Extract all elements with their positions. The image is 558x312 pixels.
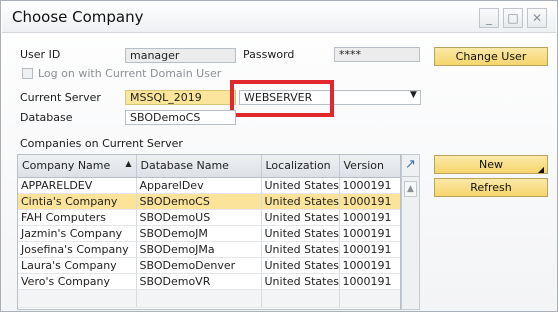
column-header-localization[interactable]: Localization (261, 155, 340, 178)
user-id-label: User ID (20, 48, 61, 61)
title-bar: Choose Company _ □ ✕ (2, 2, 556, 33)
new-dropdown-arrow-icon[interactable]: ◢ (538, 161, 544, 178)
user-id-field[interactable]: manager (125, 48, 236, 63)
table-scrollbar[interactable]: ↗ ▲ (401, 154, 420, 310)
table-row-selected[interactable]: Cintia's Company SBODemoCS United States (… (18, 193, 400, 210)
table-header-row: Company Name ▲ Database Name Localization… (18, 155, 400, 178)
domain-logon-checkbox[interactable] (22, 68, 33, 79)
database-field[interactable]: SBODemoCS (125, 110, 236, 125)
table-row[interactable]: APPARELDEV ApparelDev United States (10001… (18, 177, 400, 194)
current-server-field[interactable]: MSSQL_2019 (125, 90, 236, 105)
maximize-icon[interactable]: □ (503, 8, 523, 28)
domain-logon-label: Log on with Current Domain User (38, 67, 222, 80)
companies-table: Company Name ▲ Database Name Localization… (17, 154, 401, 310)
table-row[interactable]: Vero's Company SBODemoVR United States (10… (18, 273, 400, 290)
password-label: Password (243, 48, 295, 61)
minimize-icon[interactable]: _ (479, 8, 499, 28)
table-row[interactable]: FAH Computers SBODemoUS United States (100… (18, 209, 400, 226)
column-header-version[interactable]: Version (339, 155, 400, 178)
database-label: Database (20, 111, 73, 124)
expand-table-icon[interactable]: ↗ (402, 155, 419, 177)
empty-row (18, 289, 400, 308)
close-icon[interactable]: ✕ (527, 8, 547, 28)
table-row[interactable]: Laura's Company SBODemoDenver United State… (18, 257, 400, 274)
choose-company-window: Choose Company _ □ ✕ User ID manager Pas… (0, 0, 558, 312)
new-button[interactable]: New ◢ (434, 155, 548, 174)
table-row[interactable]: Josefina's Company SBODemoJMa United State… (18, 241, 400, 258)
dropdown-arrow-icon[interactable]: ▼ (410, 90, 417, 100)
column-header-company[interactable]: Company Name ▲ (18, 155, 137, 178)
companies-section-label: Companies on Current Server (20, 137, 183, 150)
sort-asc-icon[interactable]: ▲ (125, 159, 131, 168)
change-user-button[interactable]: Change User (434, 47, 548, 66)
current-server-label: Current Server (20, 91, 101, 104)
window-title: Choose Company (12, 8, 144, 26)
password-field[interactable]: **** (334, 47, 420, 62)
refresh-button[interactable]: Refresh (434, 178, 548, 197)
scroll-up-icon[interactable]: ▲ (404, 181, 417, 197)
server-name-dropdown[interactable]: WEBSERVER (239, 90, 421, 105)
table-row[interactable]: Jazmin's Company SBODemoJM United States (… (18, 225, 400, 242)
column-header-database[interactable]: Database Name (136, 155, 262, 178)
